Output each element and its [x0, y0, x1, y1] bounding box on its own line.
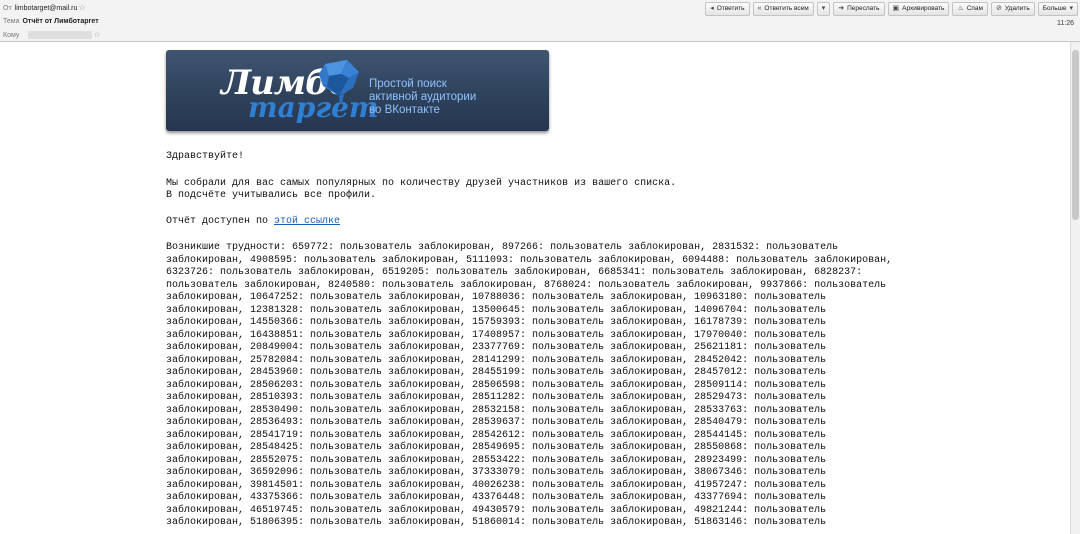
issue-line: заблокирован, 10647252: пользователь заб…	[166, 292, 827, 303]
delete-icon: ⊘	[996, 5, 1002, 12]
issue-line: заблокирован, 43375366: пользователь заб…	[166, 492, 827, 503]
to-row: Кому ☆	[3, 28, 101, 41]
scrollbar-thumb[interactable]	[1072, 50, 1079, 220]
message-header: От limbotarget@mail.ru☆ Тема Отчёт от Лимб…	[0, 0, 1080, 42]
star-icon[interactable]: ☆	[93, 30, 100, 39]
forward-button[interactable]: ➜ Переслать	[833, 2, 885, 16]
subject-text: Отчёт от Лимботаргет	[22, 18, 99, 25]
spam-button[interactable]: ♨ Спам	[952, 2, 989, 16]
chevron-down-icon: ▾	[1069, 5, 1073, 12]
issues-text: Возникшие трудности: 659772: пользовател…	[166, 242, 892, 530]
reply-all-icon: «	[757, 5, 762, 12]
issue-line: заблокирован, 28541719: пользователь заб…	[166, 429, 827, 441]
intro-line-2: В подсчёте учитывались все профили.	[166, 190, 377, 201]
issue-line: заблокирован, 28536493: пользователь заб…	[166, 417, 827, 428]
report-link[interactable]: этой ссылке	[274, 216, 340, 227]
limbotarget-banner: Лимбо таргет Простой поиск активной ауди…	[166, 50, 549, 131]
from-address[interactable]: limbotarget@mail.ru	[15, 5, 78, 12]
from-row: От limbotarget@mail.ru☆	[3, 1, 86, 14]
archive-icon: ▣	[892, 5, 900, 12]
from-label: От	[3, 5, 12, 12]
issue-line: заблокирован, 12381328: пользователь заб…	[166, 304, 827, 316]
chevron-down-icon: ▾	[821, 5, 826, 12]
issue-line: заблокирован, 28506203: пользователь заб…	[166, 379, 827, 391]
issue-line: заблокирован, 25782084: пользователь заб…	[166, 354, 827, 366]
banner-tagline: Простой поиск активной аудитории во ВКон…	[369, 78, 477, 116]
to-label: Кому	[3, 32, 20, 39]
spam-icon: ♨	[957, 5, 964, 12]
issue-line: заблокирован, 39814501: пользователь заб…	[166, 479, 827, 491]
more-button[interactable]: Больше ▾	[1037, 2, 1078, 16]
subject-label: Тема	[3, 18, 20, 25]
issue-line: заблокирован, 28548425: пользователь заб…	[166, 442, 827, 453]
issue-line: заблокирован, 16438851: пользователь заб…	[166, 329, 827, 341]
issue-line: Возникшие трудности: 659772: пользовател…	[166, 242, 839, 253]
issue-line: заблокирован, 36592096: пользователь заб…	[166, 467, 827, 478]
issue-line: 6323726: пользователь заблокирован, 6519…	[166, 267, 863, 278]
issue-line: заблокирован, 20849004: пользователь заб…	[166, 342, 827, 353]
issue-line: заблокирован, 28530490: пользователь заб…	[166, 404, 827, 416]
report-line: Отчёт доступен по этой ссылке	[166, 216, 340, 229]
message-time: 11:26	[1057, 20, 1074, 27]
message-toolbar: ◂ Ответить «Ответить всем ▾ ➜ Переслать ▣ А…	[705, 2, 1078, 16]
report-prefix: Отчёт доступен по	[166, 216, 275, 227]
reply-icon: ◂	[710, 5, 714, 12]
issue-line: заблокирован, 28453960: пользователь заб…	[166, 367, 827, 378]
gem-logo-icon	[319, 60, 359, 104]
subject-row: Тема Отчёт от Лимботаргет	[3, 15, 99, 28]
forward-icon: ➜	[838, 5, 845, 12]
delete-button[interactable]: ⊘ Удалить	[991, 2, 1035, 16]
to-address-redacted	[28, 31, 93, 40]
vertical-scrollbar[interactable]	[1070, 42, 1080, 534]
star-icon[interactable]: ☆	[78, 3, 85, 12]
greeting: Здравствуйте!	[166, 151, 245, 162]
issue-line: заблокирован, 46519745: пользователь заб…	[166, 504, 827, 516]
reply-button[interactable]: ◂ Ответить	[705, 2, 750, 16]
issue-line: пользователь заблокирован, 8240580: поль…	[166, 279, 887, 291]
reply-all-button[interactable]: «Ответить всем	[752, 2, 814, 16]
issue-line: заблокирован, 28552075: пользователь заб…	[166, 454, 827, 466]
reply-dropdown-button[interactable]: ▾	[816, 2, 831, 16]
issue-line: заблокирован, 51806395: пользователь заб…	[166, 517, 827, 528]
issue-line: заблокирован, 4908595: пользователь забл…	[166, 254, 893, 266]
issue-line: заблокирован, 28510393: пользователь заб…	[166, 392, 827, 403]
intro-line-1: Мы собрали для вас самых популярных по к…	[166, 178, 677, 189]
issue-line: заблокирован, 14550366: пользователь заб…	[166, 317, 827, 328]
archive-button[interactable]: ▣ Архивировать	[887, 2, 950, 16]
